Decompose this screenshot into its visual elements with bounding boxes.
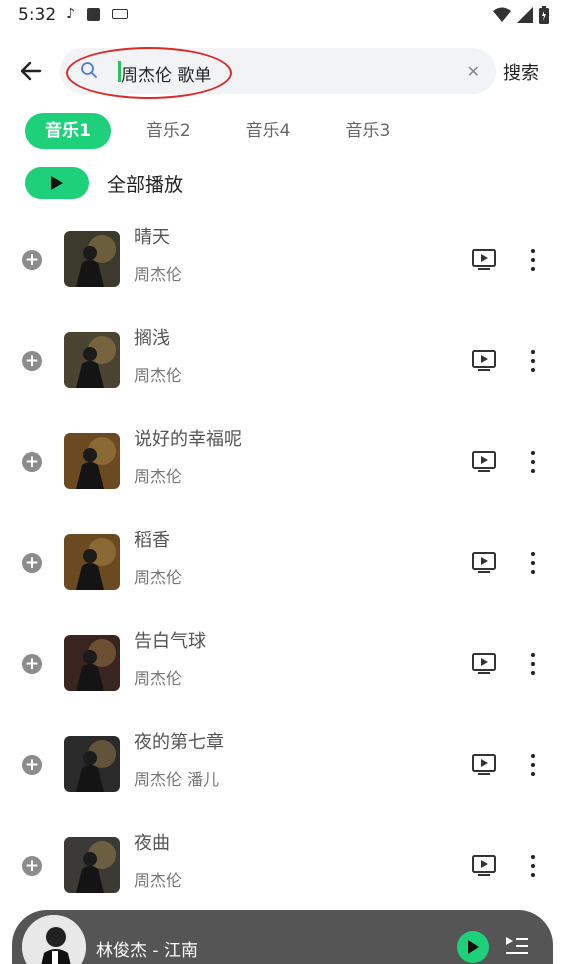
mv-video-icon[interactable] bbox=[472, 249, 496, 271]
song-row[interactable]: + 告白气球 周杰伦 bbox=[0, 621, 565, 711]
album-cover bbox=[64, 837, 120, 893]
song-row[interactable]: + 搁浅 周杰伦 bbox=[0, 318, 565, 408]
mv-video-icon[interactable] bbox=[472, 653, 496, 675]
more-options-icon[interactable] bbox=[528, 451, 538, 473]
song-title: 晴天 bbox=[134, 227, 170, 248]
tab-music2[interactable]: 音乐2 bbox=[126, 113, 211, 149]
song-artist: 周杰伦 bbox=[134, 265, 183, 284]
tab-music4[interactable]: 音乐4 bbox=[226, 113, 311, 149]
status-time: 5:32 bbox=[18, 5, 57, 25]
music-note-icon: ♪ bbox=[66, 6, 75, 22]
source-tabs: 音乐1 音乐2 音乐4 音乐3 bbox=[25, 112, 425, 150]
add-icon[interactable]: + bbox=[22, 452, 42, 472]
more-options-icon[interactable] bbox=[528, 754, 538, 776]
song-title: 说好的幸福呢 bbox=[134, 429, 242, 450]
song-row[interactable]: + 夜曲 周杰伦 bbox=[0, 823, 565, 913]
status-system-icons bbox=[493, 6, 549, 24]
more-options-icon[interactable] bbox=[528, 552, 538, 574]
tab-music1[interactable]: 音乐1 bbox=[25, 113, 111, 149]
song-row[interactable]: + 夜的第七章 周杰伦 潘儿 bbox=[0, 722, 565, 812]
back-button[interactable] bbox=[16, 56, 46, 86]
mini-play-button[interactable] bbox=[457, 931, 489, 963]
song-artist: 周杰伦 bbox=[134, 669, 183, 688]
play-icon bbox=[468, 940, 479, 954]
add-icon[interactable]: + bbox=[22, 856, 42, 876]
add-icon[interactable]: + bbox=[22, 351, 42, 371]
more-options-icon[interactable] bbox=[528, 855, 538, 877]
more-options-icon[interactable] bbox=[528, 350, 538, 372]
play-all-button[interactable] bbox=[25, 167, 89, 199]
mv-video-icon[interactable] bbox=[472, 855, 496, 877]
search-button[interactable]: 搜索 bbox=[503, 59, 539, 85]
search-input[interactable]: 周杰伦 歌单 ✕ bbox=[60, 47, 496, 99]
mv-video-icon[interactable] bbox=[472, 350, 496, 372]
mv-video-icon[interactable] bbox=[472, 754, 496, 776]
mv-video-icon[interactable] bbox=[472, 451, 496, 473]
song-row[interactable]: + 晴天 周杰伦 bbox=[0, 217, 565, 307]
song-artist: 周杰伦 bbox=[134, 568, 183, 587]
song-title: 稻香 bbox=[134, 530, 170, 551]
arrow-left-icon bbox=[20, 61, 42, 81]
signal-icon bbox=[517, 7, 533, 23]
mini-player[interactable]: 林俊杰 - 江南 bbox=[12, 910, 553, 964]
album-cover bbox=[64, 332, 120, 388]
album-cover bbox=[64, 231, 120, 287]
song-artist: 周杰伦 bbox=[134, 467, 183, 486]
album-cover bbox=[64, 736, 120, 792]
play-all-row[interactable]: 全部播放 bbox=[25, 167, 183, 199]
search-header: 周杰伦 歌单 ✕ 搜索 bbox=[0, 44, 565, 99]
add-icon[interactable]: + bbox=[22, 553, 42, 573]
battery-icon bbox=[539, 6, 549, 24]
album-cover bbox=[64, 534, 120, 590]
clear-icon[interactable]: ✕ bbox=[467, 62, 480, 81]
status-bar: 5:32 ♪ bbox=[0, 0, 565, 32]
play-all-label: 全部播放 bbox=[107, 173, 184, 196]
status-notification-icons: ♪ bbox=[66, 6, 128, 22]
keyboard-icon bbox=[111, 9, 128, 19]
mv-video-icon[interactable] bbox=[472, 552, 496, 574]
add-icon[interactable]: + bbox=[22, 755, 42, 775]
play-icon bbox=[51, 176, 63, 190]
song-title: 夜曲 bbox=[134, 833, 170, 854]
search-query-text: 周杰伦 歌单 bbox=[121, 66, 212, 86]
album-cover bbox=[64, 433, 120, 489]
tab-music3[interactable]: 音乐3 bbox=[326, 113, 411, 149]
more-options-icon[interactable] bbox=[528, 249, 538, 271]
song-artist: 周杰伦 潘儿 bbox=[134, 770, 220, 789]
album-cover bbox=[64, 635, 120, 691]
add-icon[interactable]: + bbox=[22, 654, 42, 674]
now-playing-avatar bbox=[22, 915, 86, 964]
song-artist: 周杰伦 bbox=[134, 366, 183, 385]
song-title: 搁浅 bbox=[134, 328, 170, 349]
add-icon[interactable]: + bbox=[22, 250, 42, 270]
song-artist: 周杰伦 bbox=[134, 871, 183, 890]
now-playing-title: 林俊杰 - 江南 bbox=[96, 941, 198, 961]
more-options-icon[interactable] bbox=[528, 653, 538, 675]
song-row[interactable]: + 说好的幸福呢 周杰伦 bbox=[0, 419, 565, 509]
song-title: 告白气球 bbox=[134, 631, 206, 652]
wifi-icon bbox=[493, 7, 511, 22]
song-title: 夜的第七章 bbox=[134, 732, 224, 753]
search-icon bbox=[81, 62, 97, 78]
font-a-icon bbox=[86, 7, 100, 21]
playlist-icon[interactable] bbox=[506, 936, 528, 956]
song-row[interactable]: + 稻香 周杰伦 bbox=[0, 520, 565, 610]
